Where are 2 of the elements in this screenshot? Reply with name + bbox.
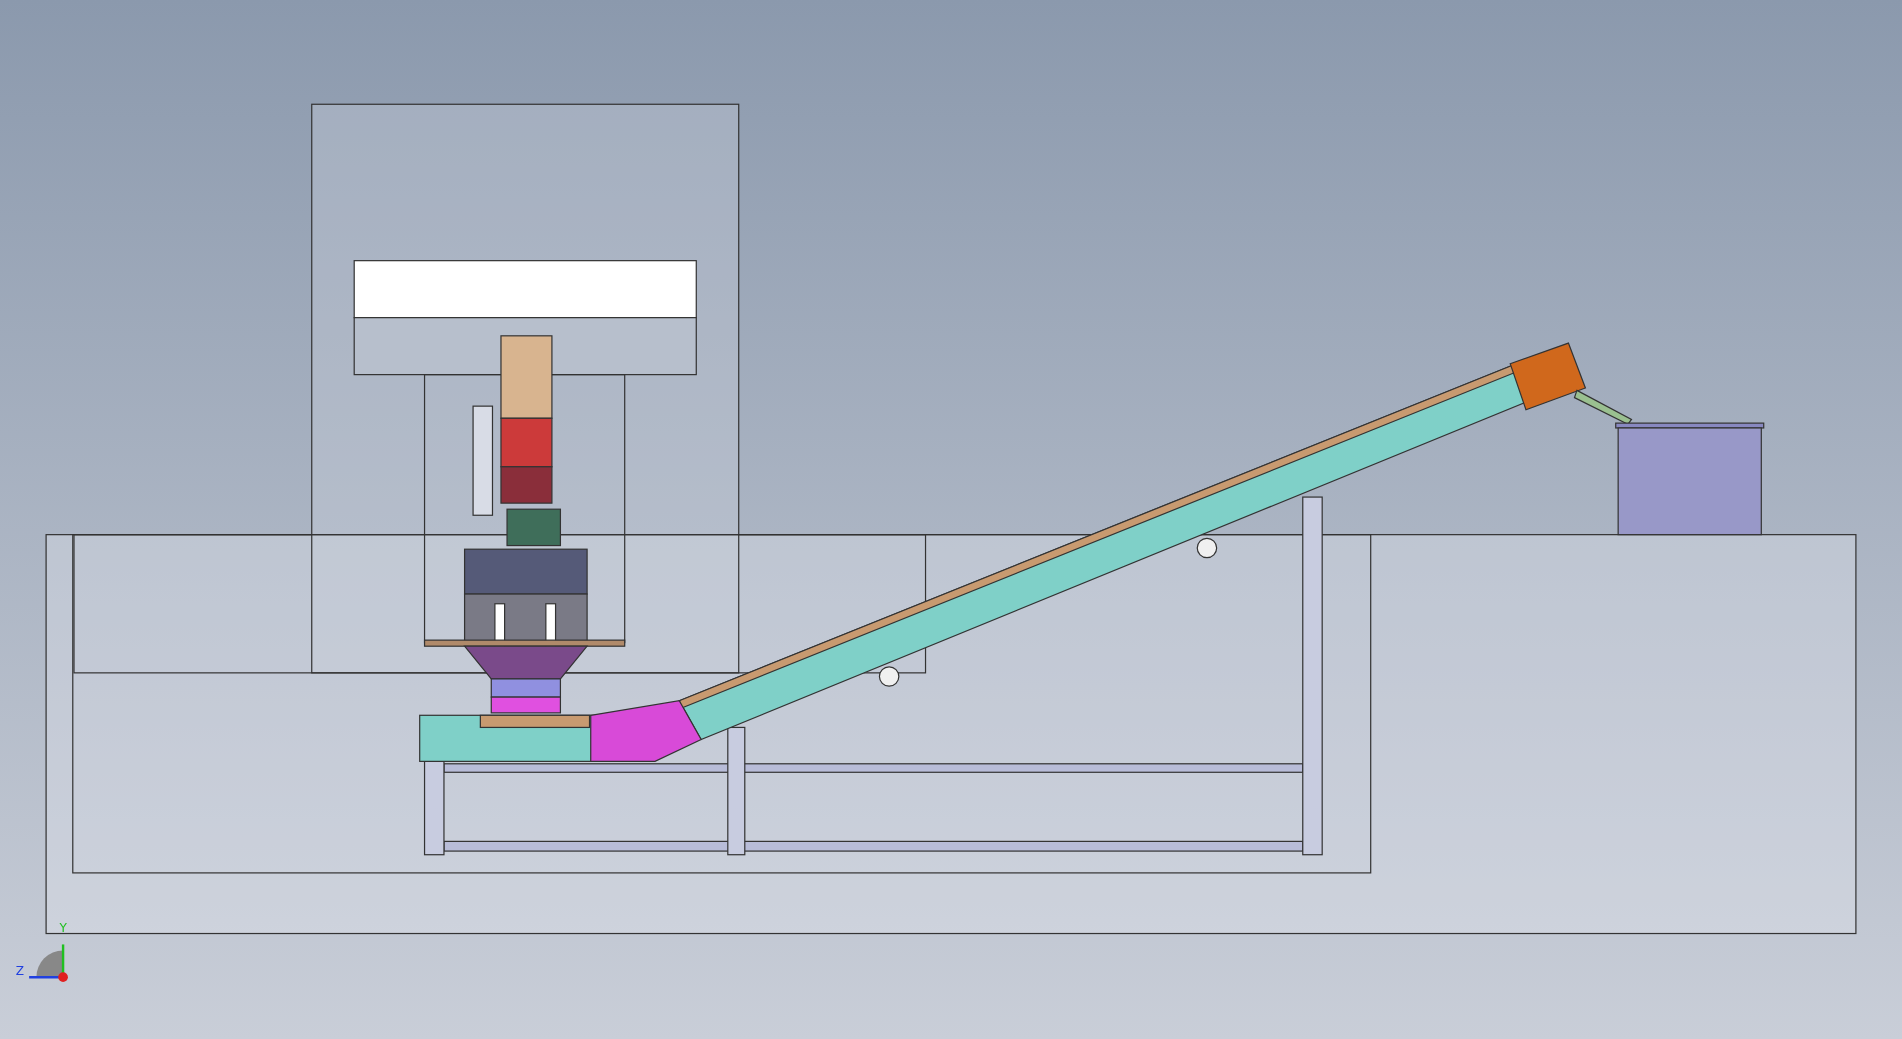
z-axis-label: Z <box>15 963 25 978</box>
y-axis-label: Y <box>59 921 67 936</box>
